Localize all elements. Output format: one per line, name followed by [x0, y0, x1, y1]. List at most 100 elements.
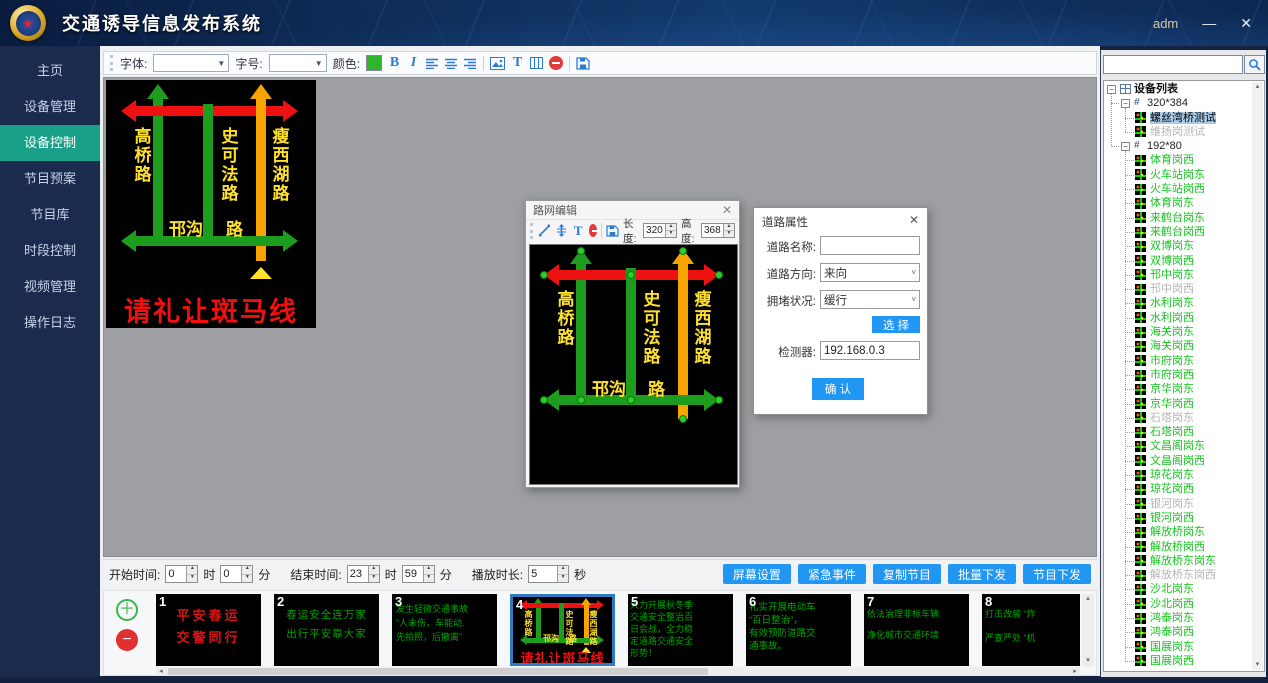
tree-device-item[interactable]: 解放桥岗东 — [1105, 525, 1253, 539]
tree-device-item[interactable]: 鸿泰岗东 — [1105, 611, 1253, 625]
start-minute-spinner[interactable]: ▲▼ — [241, 566, 252, 582]
height-spinner[interactable]: ▲▼ — [723, 224, 734, 237]
tree-device-item[interactable]: 来鹤台岗西 — [1105, 225, 1253, 239]
font-family-select[interactable]: ▼ — [153, 54, 229, 72]
columns-layout-button[interactable] — [530, 54, 543, 72]
tree-device-item[interactable]: 海关岗西 — [1105, 339, 1253, 353]
tree-scrollbar[interactable]: ▴ ▾ — [1252, 82, 1263, 670]
delete-tool-icon[interactable] — [589, 224, 598, 237]
screen-settings-button[interactable]: 屏幕设置 — [723, 564, 791, 584]
program-send-button[interactable]: 节目下发 — [1023, 564, 1091, 584]
save-tool-icon[interactable] — [606, 222, 619, 240]
tree-group-192x80[interactable]: −#192*80 — [1105, 139, 1253, 153]
sidebar-item-operation-log[interactable]: 操作日志 — [0, 305, 100, 341]
road-tool-icon[interactable] — [555, 222, 568, 240]
close-button[interactable]: ✕ — [1240, 16, 1252, 30]
italic-button[interactable]: I — [407, 54, 420, 72]
sidebar-item-home[interactable]: 主页 — [0, 53, 100, 89]
add-program-button[interactable]: ＋ — [116, 599, 138, 621]
duration-input[interactable] — [529, 566, 557, 582]
start-hour-spinner[interactable]: ▲▼ — [186, 566, 197, 582]
playlist-item-4[interactable]: 4高桥路史可法路瘦西湖路邗沟路请礼让斑马线 — [510, 594, 615, 666]
scroll-up-icon[interactable]: ▴ — [1252, 82, 1263, 92]
vertical-scrollbar[interactable]: ▴ ▾ — [1082, 594, 1094, 666]
playlist-item-1[interactable]: 1平安春运交警同行 — [156, 594, 261, 666]
bold-button[interactable]: B — [388, 54, 401, 72]
tree-device-item[interactable]: 体育岗西 — [1105, 153, 1253, 167]
toolbar-grip[interactable] — [530, 223, 534, 239]
roadnet-edit-canvas[interactable]: 高桥路史可法路瘦西湖路邗沟路 — [529, 244, 738, 485]
tree-device-item[interactable]: 银河岗东 — [1105, 497, 1253, 511]
font-size-select[interactable]: ▼ — [269, 54, 327, 72]
scroll-down-icon[interactable]: ▾ — [1252, 660, 1263, 670]
toolbar-grip[interactable] — [110, 55, 114, 71]
sidebar-item-program-library[interactable]: 节目库 — [0, 197, 100, 233]
playlist-item-2[interactable]: 2春运安全连万家出行平安靠大家 — [274, 594, 379, 666]
length-input[interactable] — [644, 224, 665, 237]
playlist-item-6[interactable]: 6扎实开展电动车“百日整治”，有效预防道路交通事故。 — [746, 594, 851, 666]
color-swatch[interactable] — [366, 55, 382, 71]
text-tool-icon[interactable]: T — [572, 222, 585, 240]
search-button[interactable] — [1244, 55, 1265, 74]
scroll-left-icon[interactable]: ◂ — [156, 667, 166, 676]
start-minute-input[interactable] — [221, 566, 241, 582]
tree-device-item[interactable]: 文昌阁岗西 — [1105, 454, 1253, 468]
tree-device-item[interactable]: 解放桥东岗东 — [1105, 554, 1253, 568]
tree-device-item[interactable]: 文昌阁岗东 — [1105, 439, 1253, 453]
tree-device-item[interactable]: 沙北岗东 — [1105, 582, 1253, 596]
tree-device-item[interactable]: 市府岗西 — [1105, 368, 1253, 382]
copy-program-button[interactable]: 复制节目 — [873, 564, 941, 584]
playlist-item-7[interactable]: 7依法治理非标车辆净化城市交通环境 — [864, 594, 969, 666]
end-hour-input[interactable] — [348, 566, 368, 582]
tree-device-item[interactable]: 解放桥东岗西 — [1105, 568, 1253, 582]
playlist-item-8[interactable]: 8打击改装 “炸严查严处 “机 — [982, 594, 1080, 666]
screen-preview[interactable]: 高桥路史可法路瘦西湖路邗沟路请礼让斑马线 — [106, 80, 316, 328]
tree-device-item[interactable]: 火车站岗东 — [1105, 168, 1253, 182]
tree-device-item[interactable]: 火车站岗西 — [1105, 182, 1253, 196]
end-minute-spinner[interactable]: ▲▼ — [423, 566, 434, 582]
sidebar-item-device-manage[interactable]: 设备管理 — [0, 89, 100, 125]
congestion-select[interactable]: 缓行˅ — [820, 290, 920, 309]
start-hour-input[interactable] — [166, 566, 186, 582]
horizontal-scrollbar[interactable]: ◂ ▸ — [156, 667, 1080, 676]
tree-device-item[interactable]: 市府岗东 — [1105, 354, 1253, 368]
delete-button[interactable] — [549, 56, 563, 70]
align-right-button[interactable] — [464, 54, 477, 72]
tree-device-item[interactable]: 石塔岗西 — [1105, 425, 1253, 439]
tree-device-item[interactable]: 国展岗东 — [1105, 640, 1253, 654]
sidebar-item-device-control[interactable]: 设备控制 — [0, 125, 100, 161]
device-search-input[interactable] — [1103, 55, 1243, 74]
line-tool-icon[interactable] — [538, 222, 551, 240]
tree-group-320x384[interactable]: −#320*384 — [1105, 96, 1253, 110]
minimize-button[interactable]: — — [1202, 16, 1216, 30]
length-spinner[interactable]: ▲▼ — [665, 224, 676, 237]
select-detector-button[interactable]: 选 择 — [872, 316, 920, 333]
sidebar-item-program-plan[interactable]: 节目预案 — [0, 161, 100, 197]
end-hour-spinner[interactable]: ▲▼ — [368, 566, 379, 582]
tree-device-item[interactable]: 来鹤台岗东 — [1105, 211, 1253, 225]
roadnet-close-icon[interactable]: ✕ — [722, 203, 732, 217]
height-input[interactable] — [702, 224, 723, 237]
road-direction-select[interactable]: 来向˅ — [820, 263, 920, 282]
tree-device-item[interactable]: 维扬岗测试 — [1105, 125, 1253, 139]
tree-device-item[interactable]: 京华岗西 — [1105, 397, 1253, 411]
tree-device-item[interactable]: 京华岗东 — [1105, 382, 1253, 396]
playlist-item-5[interactable]: 5大力开展秋冬季交通安全整治百日会战，全力稳定道路交通安全形势！ — [628, 594, 733, 666]
tree-device-item[interactable]: 体育岗东 — [1105, 196, 1253, 210]
dialog-close-icon[interactable]: ✕ — [909, 213, 919, 227]
tree-device-item[interactable]: 水利岗东 — [1105, 296, 1253, 310]
tree-device-item[interactable]: 琼花岗东 — [1105, 468, 1253, 482]
detector-input[interactable] — [820, 341, 920, 360]
playlist-item-3[interactable]: 3发生轻微交通事故“人未伤，车能动.先拍照，后撤离” — [392, 594, 497, 666]
tree-root-device-list[interactable]: −设备列表 — [1105, 82, 1253, 96]
align-center-button[interactable] — [445, 54, 458, 72]
insert-text-button[interactable]: T — [511, 54, 524, 72]
tree-device-item[interactable]: 琼花岗西 — [1105, 482, 1253, 496]
tree-device-item[interactable]: 邗中岗东 — [1105, 268, 1253, 282]
insert-image-button[interactable] — [490, 54, 505, 72]
tree-device-item[interactable]: 国展岗西 — [1105, 654, 1253, 668]
duration-spinner[interactable]: ▲▼ — [557, 566, 568, 582]
tree-device-item[interactable]: 水利岗西 — [1105, 311, 1253, 325]
tree-device-item[interactable]: 邗中岗西 — [1105, 282, 1253, 296]
end-minute-input[interactable] — [403, 566, 423, 582]
